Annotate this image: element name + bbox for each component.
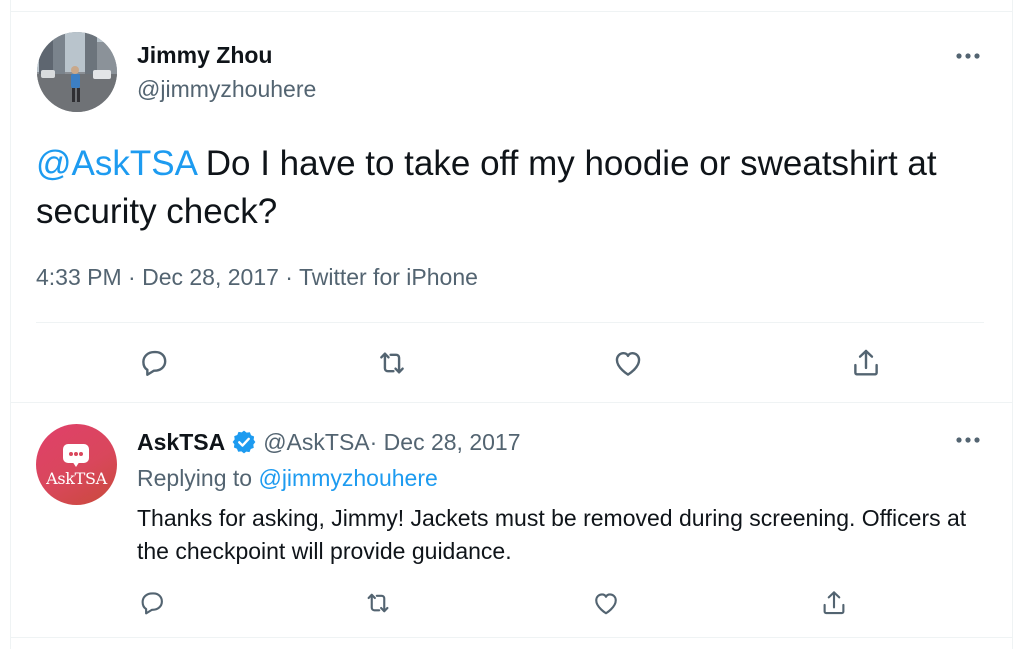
main-author-avatar[interactable] — [37, 32, 117, 112]
share-icon — [854, 349, 878, 376]
reply-like-button[interactable] — [586, 583, 626, 623]
reply-share-button[interactable] — [814, 583, 854, 623]
reply-tweet-text: Thanks for asking, Jimmy! Jackets must b… — [137, 505, 967, 564]
replying-prefix: Replying to — [137, 465, 259, 491]
main-reply-button[interactable] — [134, 343, 174, 383]
share-icon — [823, 591, 845, 615]
reply-header: AskTSA @AskTSA · Dec 28, 2017 — [137, 426, 521, 458]
asktsa-avatar[interactable]: AskTSA — [36, 424, 117, 505]
reply-reply-button[interactable] — [132, 583, 172, 623]
tweet-timestamp-source[interactable]: 4:33 PM · Dec 28, 2017 · Twitter for iPh… — [36, 264, 478, 291]
main-more-button[interactable] — [948, 41, 988, 71]
main-tweet-text: @AskTSA Do I have to take off my hoodie … — [36, 140, 996, 236]
main-like-button[interactable] — [608, 343, 648, 383]
retweet-icon — [367, 593, 389, 613]
timeline-border-top — [10, 11, 1013, 12]
reply-author-name[interactable]: AskTSA — [137, 429, 225, 456]
main-author-name[interactable]: Jimmy Zhou — [137, 42, 272, 69]
reply-icon — [141, 592, 163, 615]
like-icon — [595, 593, 617, 615]
divider — [36, 322, 984, 323]
timeline-border-left — [10, 0, 11, 649]
mention-link[interactable]: @AskTSA — [36, 144, 196, 183]
reply-retweet-button[interactable] — [358, 583, 398, 623]
timeline-border-right — [1012, 0, 1013, 649]
more-dots-icon — [956, 437, 980, 443]
main-share-button[interactable] — [846, 343, 886, 383]
reply-more-button[interactable] — [948, 425, 988, 455]
retweet-icon — [380, 352, 404, 374]
reply-icon — [142, 350, 167, 376]
main-retweet-button[interactable] — [372, 343, 412, 383]
replying-to-link[interactable]: @jimmyzhouhere — [258, 465, 437, 491]
more-dots-icon — [956, 53, 980, 59]
replying-to: Replying to @jimmyzhouhere — [137, 465, 438, 492]
reply-date[interactable]: · Dec 28, 2017 — [370, 429, 521, 456]
street-photo-avatar — [37, 32, 117, 112]
verified-badge-icon — [232, 430, 256, 454]
reply-author-handle[interactable]: @AskTSA — [263, 429, 369, 456]
tweet-separator — [10, 637, 1013, 638]
chat-bubble-icon — [63, 444, 89, 467]
asktsa-logo-text: AskTSA — [46, 469, 107, 488]
tweet-separator — [10, 402, 1013, 403]
like-icon — [615, 352, 641, 376]
main-author-handle[interactable]: @jimmyzhouhere — [137, 76, 316, 103]
